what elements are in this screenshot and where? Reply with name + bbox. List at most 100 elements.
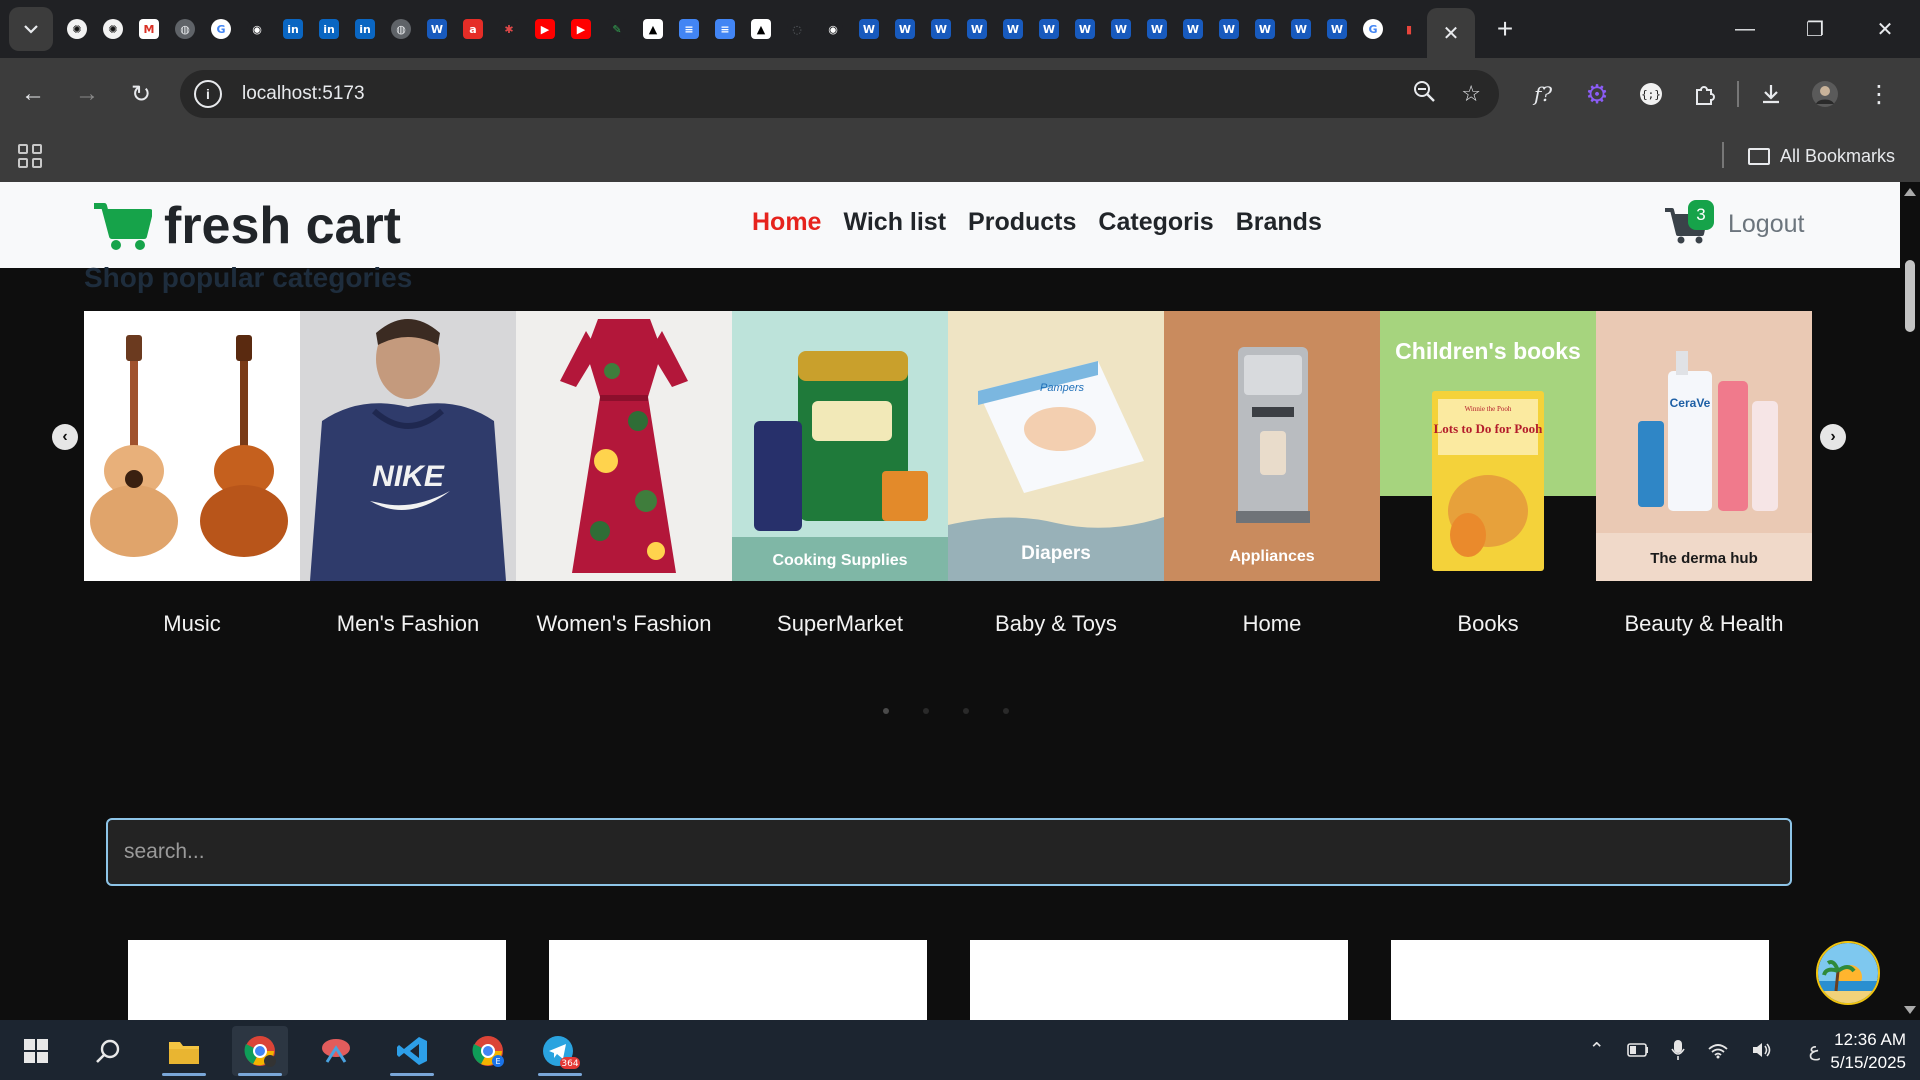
- category-slide-beauty-health[interactable]: CeraVe The derma hub: [1596, 311, 1812, 581]
- all-bookmarks-button[interactable]: All Bookmarks: [1748, 140, 1895, 172]
- input-language-indicator[interactable]: ع: [1809, 1039, 1820, 1062]
- taskbar-telegram[interactable]: 364: [532, 1026, 588, 1076]
- scroll-down-icon[interactable]: [1904, 1006, 1916, 1014]
- pinned-tab-youtube[interactable]: ▶: [527, 11, 563, 47]
- nav-link-wishlist[interactable]: Wich list: [843, 208, 946, 237]
- slider-dot[interactable]: [883, 708, 889, 714]
- pinned-tab-linkedin[interactable]: in: [311, 11, 347, 47]
- restore-icon[interactable]: ❐: [1780, 0, 1850, 58]
- product-card[interactable]: [970, 940, 1348, 1020]
- active-tab[interactable]: ✕: [1427, 8, 1475, 58]
- category-label-home[interactable]: Home: [1164, 611, 1380, 637]
- category-slide-home[interactable]: Appliances: [1164, 311, 1380, 581]
- nav-link-brands[interactable]: Brands: [1236, 208, 1322, 237]
- taskbar-search-button[interactable]: [80, 1026, 136, 1076]
- pinned-tab-github[interactable]: ◉: [239, 11, 275, 47]
- category-slide-womens-fashion[interactable]: [516, 311, 732, 581]
- pinned-tab-word[interactable]: W: [851, 11, 887, 47]
- taskbar-file-explorer[interactable]: [156, 1026, 212, 1076]
- pinned-tab-word[interactable]: W: [1247, 11, 1283, 47]
- wifi-icon[interactable]: [1707, 1041, 1729, 1059]
- slider-dot[interactable]: [963, 708, 969, 714]
- microphone-icon[interactable]: [1670, 1039, 1685, 1061]
- pinned-tab-triangle[interactable]: ▲: [635, 11, 671, 47]
- category-label-books[interactable]: Books: [1380, 611, 1596, 637]
- pinned-tab-red-app[interactable]: a: [455, 11, 491, 47]
- pinned-tab-spinner[interactable]: ◌: [779, 11, 815, 47]
- pinned-tab-word[interactable]: W: [1031, 11, 1067, 47]
- pinned-tab-pen[interactable]: ✎: [599, 11, 635, 47]
- pinned-tab-word[interactable]: W: [1103, 11, 1139, 47]
- start-button[interactable]: [8, 1026, 64, 1076]
- pinned-tab-word[interactable]: W: [1319, 11, 1355, 47]
- category-slide-baby-toys[interactable]: Pampers Diapers: [948, 311, 1164, 581]
- pinned-tab-word[interactable]: W: [959, 11, 995, 47]
- formula-extension-icon[interactable]: f?: [1516, 74, 1570, 114]
- pinned-tab-google[interactable]: G: [1355, 11, 1391, 47]
- taskbar-chrome[interactable]: [232, 1026, 288, 1076]
- pinned-tab-word[interactable]: W: [1211, 11, 1247, 47]
- profile-avatar[interactable]: [1798, 74, 1852, 114]
- back-icon[interactable]: ←: [6, 74, 60, 114]
- pinned-tab-word[interactable]: W: [419, 11, 455, 47]
- address-url[interactable]: localhost:5173: [242, 83, 365, 105]
- category-slide-supermarket[interactable]: Cooking Supplies: [732, 311, 948, 581]
- pinned-tab-word[interactable]: W: [1283, 11, 1319, 47]
- category-slide-mens-fashion[interactable]: NIKE: [300, 311, 516, 581]
- floating-avatar-button[interactable]: [1816, 941, 1880, 1005]
- category-label-baby-toys[interactable]: Baby & Toys: [948, 611, 1164, 637]
- category-label-beauty-health[interactable]: Beauty & Health: [1596, 611, 1812, 637]
- puzzle-extensions-icon[interactable]: [1678, 74, 1732, 114]
- pinned-tab-openai[interactable]: ✺: [59, 11, 95, 47]
- all-bookmarks-label[interactable]: All Bookmarks: [1780, 146, 1895, 167]
- pinned-tab-word[interactable]: W: [1067, 11, 1103, 47]
- pinned-tab-word[interactable]: W: [923, 11, 959, 47]
- pinned-tab-globe[interactable]: ◍: [167, 11, 203, 47]
- pinned-tab-github[interactable]: ◉: [815, 11, 851, 47]
- code-extension-icon[interactable]: {;}: [1624, 74, 1678, 114]
- category-slide-books[interactable]: Children's books Winnie the Pooh Lots to…: [1380, 311, 1596, 581]
- product-card[interactable]: [128, 940, 506, 1020]
- product-card[interactable]: [1391, 940, 1769, 1020]
- pinned-tab-youtube[interactable]: ▶: [563, 11, 599, 47]
- pinned-tab-gmail[interactable]: M: [131, 11, 167, 47]
- site-logo[interactable]: fresh cart: [92, 196, 401, 256]
- category-label-supermarket[interactable]: SuperMarket: [732, 611, 948, 637]
- nav-link-home[interactable]: Home: [752, 208, 821, 237]
- site-info-icon[interactable]: i: [194, 80, 222, 108]
- pinned-tab-octopus[interactable]: ✱: [491, 11, 527, 47]
- page-scrollbar[interactable]: [1900, 182, 1920, 1020]
- tray-overflow-chevron-icon[interactable]: ⌃: [1589, 1039, 1605, 1062]
- pinned-tab-word[interactable]: W: [887, 11, 923, 47]
- product-card[interactable]: [549, 940, 927, 1020]
- product-search-input[interactable]: [106, 818, 1792, 886]
- pinned-tab-openai[interactable]: ✺: [95, 11, 131, 47]
- nav-link-categories[interactable]: Categoris: [1098, 208, 1213, 237]
- zoom-icon[interactable]: [1413, 80, 1436, 108]
- taskbar-chrome-profile[interactable]: E: [460, 1026, 516, 1076]
- menu-kebab-icon[interactable]: ⋮: [1852, 74, 1906, 114]
- system-clock[interactable]: 12:36 AM 5/15/2025: [1830, 1028, 1906, 1074]
- category-slide-music[interactable]: [84, 311, 300, 581]
- slider-next-button[interactable]: ›: [1820, 424, 1846, 450]
- scroll-thumb[interactable]: [1905, 260, 1915, 332]
- reload-icon[interactable]: ↻: [114, 74, 168, 114]
- taskbar-vscode[interactable]: [384, 1026, 440, 1076]
- pinned-tab-triangle[interactable]: ▲: [743, 11, 779, 47]
- forward-icon[interactable]: →: [60, 74, 114, 114]
- pinned-tab-docs[interactable]: ≡: [671, 11, 707, 47]
- category-label-mens-fashion[interactable]: Men's Fashion: [300, 611, 516, 637]
- pinned-tab-google[interactable]: G: [203, 11, 239, 47]
- nav-link-products[interactable]: Products: [968, 208, 1076, 237]
- minimize-icon[interactable]: —: [1710, 0, 1780, 58]
- tab-search-button[interactable]: [9, 7, 53, 51]
- cart-button[interactable]: 3: [1664, 200, 1714, 244]
- pinned-tab-word[interactable]: W: [1139, 11, 1175, 47]
- pinned-tab-linkedin[interactable]: in: [347, 11, 383, 47]
- category-label-womens-fashion[interactable]: Women's Fashion: [516, 611, 732, 637]
- address-bar[interactable]: i localhost:5173 ☆: [180, 70, 1499, 118]
- volume-icon[interactable]: [1751, 1041, 1773, 1059]
- pinned-tab-word[interactable]: W: [1175, 11, 1211, 47]
- slider-dot[interactable]: [923, 708, 929, 714]
- pinned-tab-chart[interactable]: ▮: [1391, 11, 1427, 47]
